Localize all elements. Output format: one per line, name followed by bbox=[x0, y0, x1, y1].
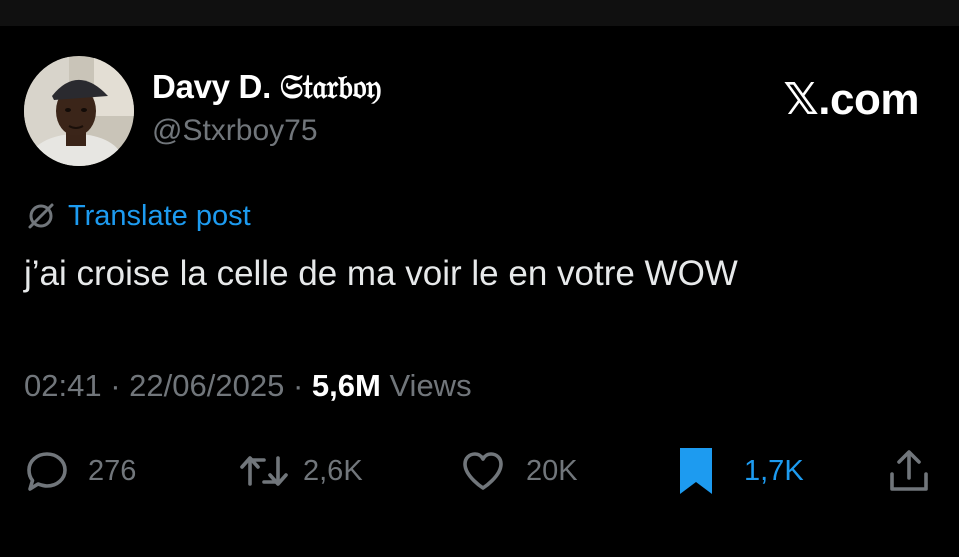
top-strip bbox=[0, 0, 959, 26]
like-count: 20K bbox=[526, 454, 578, 487]
site-logo: 𝕏.com bbox=[783, 75, 919, 124]
post-meta: 02:41 · 22/06/2025 · 5,6M Views bbox=[24, 368, 472, 404]
translate-icon bbox=[28, 203, 54, 229]
post-text: j’ai croise la celle de ma voir le en vo… bbox=[24, 254, 738, 293]
meta-separator: · bbox=[292, 368, 304, 403]
repost-button[interactable]: 2,6K bbox=[237, 448, 363, 494]
views-count[interactable]: 5,6M bbox=[312, 368, 381, 403]
views-label: Views bbox=[389, 368, 472, 403]
bookmark-button[interactable]: 1,7K bbox=[676, 448, 804, 494]
share-icon bbox=[890, 450, 928, 491]
translate-post-label: Translate post bbox=[68, 199, 251, 232]
like-icon bbox=[463, 452, 503, 490]
post-date[interactable]: 22/06/2025 bbox=[129, 368, 284, 403]
author-handle[interactable]: @Stxrboy75 bbox=[152, 114, 318, 148]
avatar-photo bbox=[24, 56, 134, 166]
translate-post-link[interactable]: Translate post bbox=[24, 199, 251, 233]
reply-icon bbox=[27, 452, 67, 491]
repost-count: 2,6K bbox=[303, 454, 363, 487]
meta-separator: · bbox=[110, 368, 121, 403]
post-time[interactable]: 02:41 bbox=[24, 368, 102, 403]
repost-icon bbox=[240, 456, 288, 486]
bookmark-count: 1,7K bbox=[744, 454, 804, 487]
avatar[interactable] bbox=[24, 56, 134, 166]
share-button[interactable] bbox=[886, 448, 932, 494]
reply-count: 276 bbox=[88, 454, 137, 487]
author-display-name[interactable]: Davy D. 𝔖𝔱𝔞𝔯𝔟𝔬𝔶 bbox=[152, 68, 381, 107]
bookmark-icon bbox=[680, 448, 712, 494]
reply-button[interactable]: 276 bbox=[24, 448, 136, 494]
like-button[interactable]: 20K bbox=[460, 448, 578, 494]
